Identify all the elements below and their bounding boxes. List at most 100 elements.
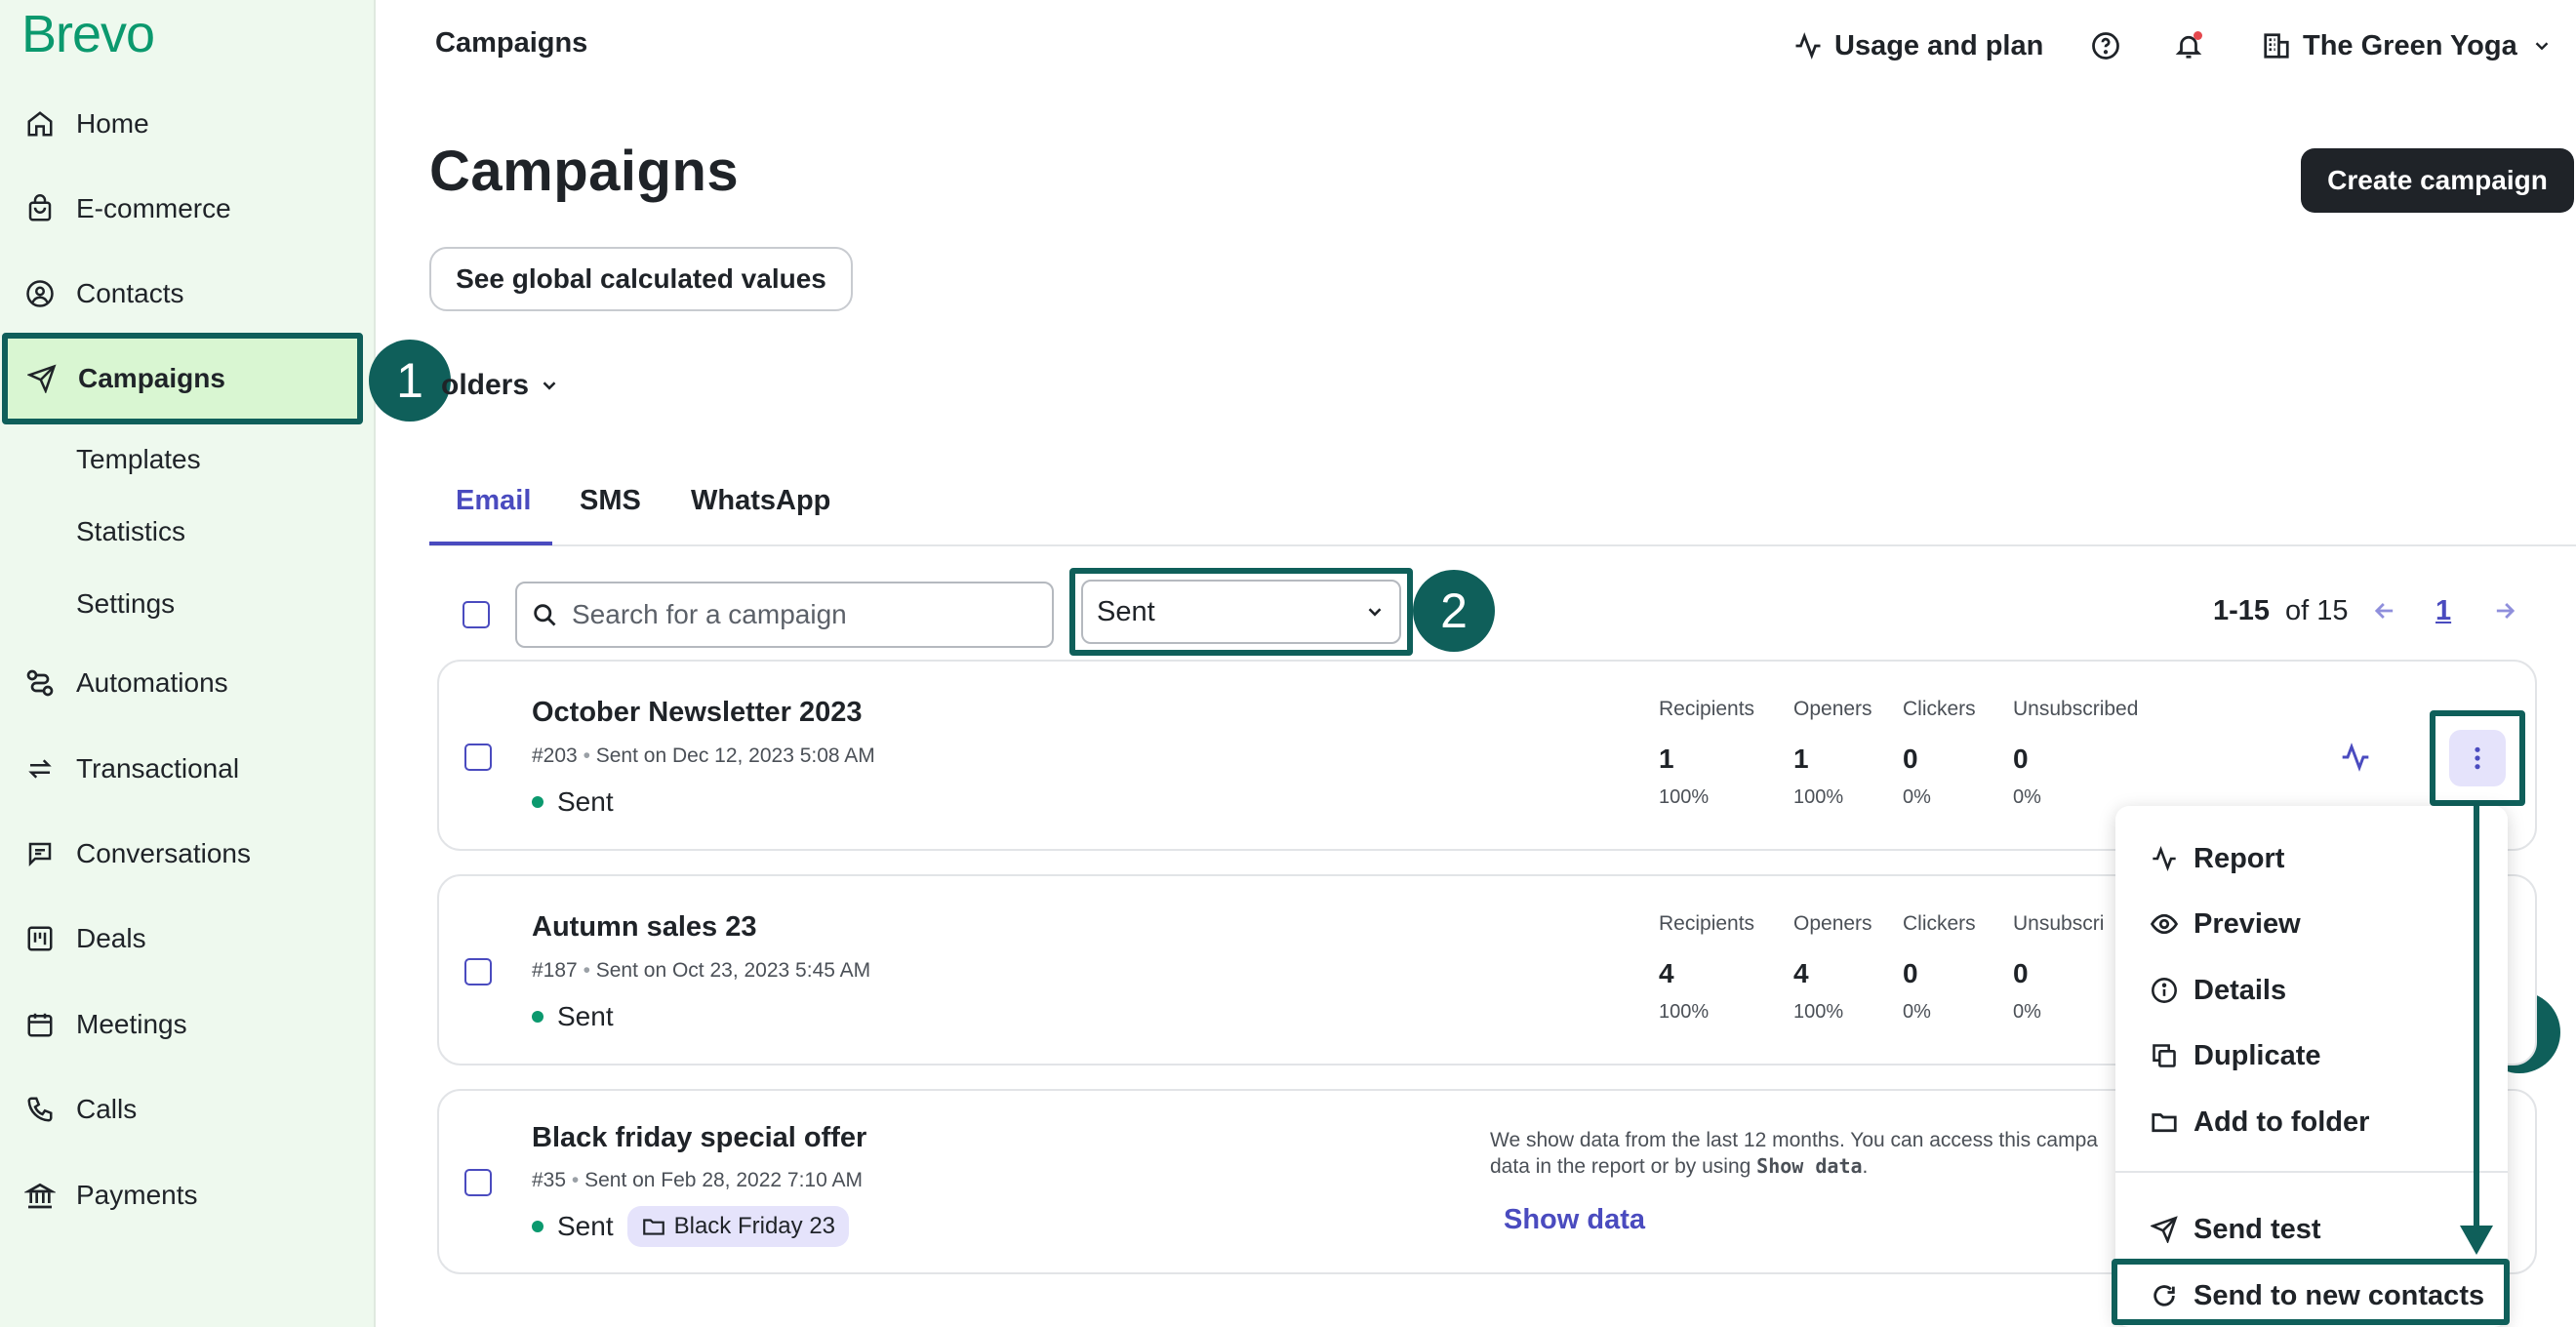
- topbar-title: Campaigns: [435, 27, 588, 59]
- stat-percent: 0%: [1903, 1001, 1931, 1023]
- campaign-checkbox[interactable]: [464, 1169, 492, 1196]
- arrow-right-icon: [2491, 597, 2518, 624]
- prev-page-button[interactable]: [2371, 597, 2398, 624]
- sidebar-item-label: Payments: [76, 1180, 198, 1210]
- notice-period: .: [1862, 1155, 1869, 1178]
- status-filter-select[interactable]: Sent: [1081, 580, 1401, 644]
- notifications-button[interactable]: [2174, 21, 2203, 70]
- sidebar-item-meetings[interactable]: Meetings: [0, 995, 374, 1054]
- folder-tag[interactable]: Black Friday 23: [626, 1206, 850, 1247]
- next-page-button[interactable]: [2491, 597, 2518, 624]
- account-name: The Green Yoga: [2303, 29, 2517, 61]
- search-placeholder: Search for a campaign: [572, 599, 847, 629]
- menu-item-preview[interactable]: Preview: [2149, 905, 2301, 944]
- campaign-title[interactable]: October Newsletter 2023: [532, 697, 862, 729]
- folder-tag-label: Black Friday 23: [673, 1213, 836, 1239]
- meta-separator: •: [571, 1169, 585, 1191]
- status-label: Sent: [557, 1211, 614, 1241]
- status-dot: [532, 1011, 543, 1023]
- sidebar-item-label: Conversations: [76, 838, 251, 868]
- folders-label: olders: [441, 369, 530, 401]
- brevo-logo[interactable]: Brevo: [21, 4, 155, 64]
- sidebar-item-campaigns[interactable]: Campaigns: [2, 333, 363, 424]
- meta-separator: •: [583, 959, 596, 982]
- stat-label: Unsubscri: [2013, 912, 2105, 935]
- stat-percent: 0%: [2013, 786, 2041, 808]
- notice-line-2: data in the report or by using Show data…: [1490, 1153, 2114, 1180]
- menu-item-label: Send test: [2194, 1213, 2321, 1245]
- status-filter-value: Sent: [1097, 595, 1155, 627]
- guide-arrow-head: [2460, 1226, 2493, 1255]
- chevron-down-icon: [1364, 601, 1386, 627]
- campaign-title[interactable]: Autumn sales 23: [532, 911, 756, 944]
- more-actions-button[interactable]: [2449, 730, 2506, 786]
- search-input[interactable]: Search for a campaign: [515, 582, 1054, 648]
- sidebar-item-calls[interactable]: Calls: [0, 1080, 374, 1139]
- menu-divider: [2115, 1171, 2508, 1173]
- sidebar-subitem-templates[interactable]: Templates: [76, 444, 201, 475]
- activity-icon: [2149, 843, 2180, 874]
- select-all-checkbox[interactable]: [463, 601, 490, 628]
- meta-separator: •: [583, 744, 596, 767]
- notification-dot: [2194, 31, 2202, 40]
- menu-item-label: Preview: [2194, 907, 2301, 940]
- phone-icon: [21, 1091, 59, 1128]
- usage-plan-link[interactable]: Usage and plan: [1793, 21, 2043, 70]
- show-data-link[interactable]: Show data: [1504, 1204, 1645, 1236]
- sidebar-item-label: Campaigns: [78, 363, 225, 393]
- stat-value: 1: [1793, 744, 1809, 774]
- duplicate-icon: [2149, 1040, 2180, 1071]
- menu-item-send-test[interactable]: Send test: [2149, 1210, 2321, 1249]
- activity-icon: [1793, 31, 1823, 60]
- status-dot: [532, 1221, 543, 1232]
- stat-value: 0: [2013, 958, 2029, 988]
- campaign-meta: #203 • Sent on Dec 12, 2023 5:08 AM: [532, 744, 875, 768]
- menu-item-duplicate[interactable]: Duplicate: [2149, 1036, 2321, 1075]
- tab-whatsapp[interactable]: WhatsApp: [691, 485, 830, 517]
- menu-item-add-to-folder[interactable]: Add to folder: [2149, 1103, 2369, 1142]
- help-button[interactable]: [2091, 21, 2120, 70]
- account-menu[interactable]: The Green Yoga: [2262, 21, 2553, 70]
- kanban-icon: [21, 920, 59, 957]
- campaign-title[interactable]: Black friday special offer: [532, 1122, 866, 1154]
- tab-active-indicator: [429, 542, 552, 545]
- menu-item-label: Duplicate: [2194, 1039, 2321, 1071]
- sidebar-subitem-statistics[interactable]: Statistics: [76, 516, 185, 547]
- tab-email[interactable]: Email: [456, 485, 531, 517]
- sidebar-item-label: E-commerce: [76, 193, 231, 223]
- status-label: Sent: [557, 786, 614, 817]
- status-label: Sent: [557, 1001, 614, 1031]
- notice-show-data-ref: Show data: [1756, 1154, 1863, 1178]
- tab-sms[interactable]: SMS: [580, 485, 641, 517]
- campaign-id: #35: [532, 1169, 567, 1191]
- folders-dropdown[interactable]: olders: [441, 369, 560, 402]
- sidebar-item-label: Contacts: [76, 278, 184, 308]
- menu-item-report[interactable]: Report: [2149, 839, 2284, 878]
- page-1-link[interactable]: 1: [2435, 595, 2451, 627]
- campaign-status: Sent Black Friday 23: [532, 1206, 850, 1247]
- campaign-checkbox[interactable]: [464, 958, 492, 985]
- sidebar-item-transactional[interactable]: Transactional: [0, 740, 374, 798]
- menu-item-details[interactable]: Details: [2149, 971, 2286, 1010]
- sidebar-item-conversations[interactable]: Conversations: [0, 824, 374, 883]
- stat-value: 4: [1793, 958, 1809, 988]
- sidebar-item-automations[interactable]: Automations: [0, 654, 374, 712]
- sidebar-item-payments[interactable]: Payments: [0, 1166, 374, 1225]
- sidebar-subitem-settings[interactable]: Settings: [76, 588, 175, 620]
- chevron-down-icon: [539, 375, 560, 396]
- campaign-date: Sent on Oct 23, 2023 5:45 AM: [595, 959, 871, 982]
- pagination-range: 1-15: [2213, 595, 2271, 626]
- campaign-meta: #35 • Sent on Feb 28, 2022 7:10 AM: [532, 1169, 863, 1192]
- report-button[interactable]: [2340, 742, 2371, 773]
- sidebar-item-contacts[interactable]: Contacts: [0, 264, 374, 323]
- automation-icon: [21, 664, 59, 702]
- sidebar-item-home[interactable]: Home: [0, 95, 374, 153]
- calendar-icon: [21, 1006, 59, 1043]
- global-values-button[interactable]: See global calculated values: [429, 247, 853, 311]
- stat-percent: 0%: [2013, 1001, 2041, 1023]
- sidebar-item-deals[interactable]: Deals: [0, 909, 374, 968]
- campaign-checkbox[interactable]: [464, 744, 492, 771]
- sidebar-item-ecommerce[interactable]: E-commerce: [0, 180, 374, 238]
- shopping-bag-icon: [21, 190, 59, 227]
- create-campaign-button[interactable]: Create campaign: [2301, 148, 2574, 213]
